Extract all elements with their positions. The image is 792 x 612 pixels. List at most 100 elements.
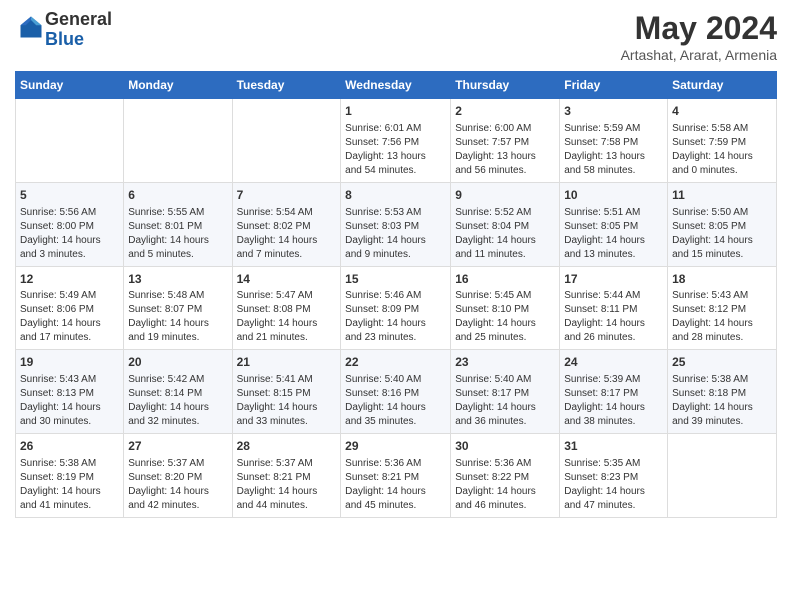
day-cell: 27 Sunrise: 5:37 AM Sunset: 8:20 PM Dayli… (124, 434, 232, 518)
day-info: Sunrise: 5:40 AM Sunset: 8:16 PM Dayligh… (345, 373, 446, 429)
location-subtitle: Artashat, Ararat, Armenia (621, 47, 777, 63)
calendar-header-row: SundayMondayTuesdayWednesdayThursdayFrid… (16, 72, 777, 99)
page-header: General Blue May 2024 Artashat, Ararat, … (15, 10, 777, 63)
day-info: Sunrise: 5:40 AM Sunset: 8:17 PM Dayligh… (455, 373, 555, 429)
day-number: 28 (237, 438, 337, 455)
day-cell: 20 Sunrise: 5:42 AM Sunset: 8:14 PM Dayli… (124, 350, 232, 434)
day-number: 25 (672, 354, 772, 371)
day-cell: 31 Sunrise: 5:35 AM Sunset: 8:23 PM Dayli… (560, 434, 668, 518)
day-info: Sunrise: 5:38 AM Sunset: 8:18 PM Dayligh… (672, 373, 772, 429)
day-cell: 21 Sunrise: 5:41 AM Sunset: 8:15 PM Dayli… (232, 350, 341, 434)
day-number: 31 (564, 438, 663, 455)
day-info: Sunrise: 5:47 AM Sunset: 8:08 PM Dayligh… (237, 289, 337, 345)
day-info: Sunrise: 5:37 AM Sunset: 8:20 PM Dayligh… (128, 457, 227, 513)
day-number: 30 (455, 438, 555, 455)
day-info: Sunrise: 5:53 AM Sunset: 8:03 PM Dayligh… (345, 206, 446, 262)
day-cell: 18Sunrise: 5:43 AM Sunset: 8:12 PM Dayli… (668, 266, 777, 350)
day-info: Sunrise: 5:35 AM Sunset: 8:23 PM Dayligh… (564, 457, 663, 513)
day-cell: 4Sunrise: 5:58 AM Sunset: 7:59 PM Daylig… (668, 99, 777, 183)
day-info: Sunrise: 5:41 AM Sunset: 8:15 PM Dayligh… (237, 373, 337, 429)
day-cell (16, 99, 124, 183)
day-cell: 16Sunrise: 5:45 AM Sunset: 8:10 PM Dayli… (451, 266, 560, 350)
day-number: 29 (345, 438, 446, 455)
day-cell: 26 Sunrise: 5:38 AM Sunset: 8:19 PM Dayli… (16, 434, 124, 518)
day-info: Sunrise: 5:52 AM Sunset: 8:04 PM Dayligh… (455, 206, 555, 262)
day-info: Sunrise: 5:36 AM Sunset: 8:21 PM Dayligh… (345, 457, 446, 513)
week-row-5: 26 Sunrise: 5:38 AM Sunset: 8:19 PM Dayli… (16, 434, 777, 518)
day-number: 6 (128, 187, 227, 204)
day-info: Sunrise: 5:55 AM Sunset: 8:01 PM Dayligh… (128, 206, 227, 262)
day-info: Sunrise: 6:00 AM Sunset: 7:57 PM Dayligh… (455, 122, 555, 178)
day-cell: 3Sunrise: 5:59 AM Sunset: 7:58 PM Daylig… (560, 99, 668, 183)
header-sunday: Sunday (16, 72, 124, 99)
day-info: Sunrise: 5:59 AM Sunset: 7:58 PM Dayligh… (564, 122, 663, 178)
day-cell: 9 Sunrise: 5:52 AM Sunset: 8:04 PM Daylig… (451, 182, 560, 266)
week-row-3: 12Sunrise: 5:49 AM Sunset: 8:06 PM Dayli… (16, 266, 777, 350)
day-info: Sunrise: 5:50 AM Sunset: 8:05 PM Dayligh… (672, 206, 772, 262)
day-cell: 6 Sunrise: 5:55 AM Sunset: 8:01 PM Daylig… (124, 182, 232, 266)
logo-general-text: General (45, 9, 112, 29)
month-title: May 2024 (621, 10, 777, 47)
header-wednesday: Wednesday (341, 72, 451, 99)
day-info: Sunrise: 5:44 AM Sunset: 8:11 PM Dayligh… (564, 289, 663, 345)
day-number: 19 (20, 354, 119, 371)
day-info: Sunrise: 5:36 AM Sunset: 8:22 PM Dayligh… (455, 457, 555, 513)
day-number: 11 (672, 187, 772, 204)
day-cell: 22 Sunrise: 5:40 AM Sunset: 8:16 PM Dayli… (341, 350, 451, 434)
day-number: 22 (345, 354, 446, 371)
logo-icon (17, 13, 45, 41)
day-cell (124, 99, 232, 183)
day-cell: 28 Sunrise: 5:37 AM Sunset: 8:21 PM Dayli… (232, 434, 341, 518)
day-cell: 13Sunrise: 5:48 AM Sunset: 8:07 PM Dayli… (124, 266, 232, 350)
day-info: Sunrise: 5:56 AM Sunset: 8:00 PM Dayligh… (20, 206, 119, 262)
day-cell: 30 Sunrise: 5:36 AM Sunset: 8:22 PM Dayli… (451, 434, 560, 518)
day-cell: 14Sunrise: 5:47 AM Sunset: 8:08 PM Dayli… (232, 266, 341, 350)
header-thursday: Thursday (451, 72, 560, 99)
header-friday: Friday (560, 72, 668, 99)
day-cell: 24Sunrise: 5:39 AM Sunset: 8:17 PM Dayli… (560, 350, 668, 434)
day-number: 10 (564, 187, 663, 204)
day-number: 7 (237, 187, 337, 204)
day-cell: 10Sunrise: 5:51 AM Sunset: 8:05 PM Dayli… (560, 182, 668, 266)
day-number: 21 (237, 354, 337, 371)
day-number: 14 (237, 271, 337, 288)
week-row-4: 19 Sunrise: 5:43 AM Sunset: 8:13 PM Dayli… (16, 350, 777, 434)
day-number: 17 (564, 271, 663, 288)
day-info: Sunrise: 5:54 AM Sunset: 8:02 PM Dayligh… (237, 206, 337, 262)
day-cell: 7 Sunrise: 5:54 AM Sunset: 8:02 PM Daylig… (232, 182, 341, 266)
logo: General Blue (15, 10, 112, 50)
logo-blue-text: Blue (45, 29, 84, 49)
day-cell: 2 Sunrise: 6:00 AM Sunset: 7:57 PM Daylig… (451, 99, 560, 183)
day-number: 16 (455, 271, 555, 288)
day-number: 1 (345, 103, 446, 120)
day-number: 13 (128, 271, 227, 288)
day-number: 18 (672, 271, 772, 288)
day-info: Sunrise: 5:49 AM Sunset: 8:06 PM Dayligh… (20, 289, 119, 345)
day-number: 8 (345, 187, 446, 204)
day-number: 9 (455, 187, 555, 204)
day-cell (232, 99, 341, 183)
day-info: Sunrise: 5:38 AM Sunset: 8:19 PM Dayligh… (20, 457, 119, 513)
day-number: 23 (455, 354, 555, 371)
day-number: 12 (20, 271, 119, 288)
day-number: 15 (345, 271, 446, 288)
day-info: Sunrise: 5:43 AM Sunset: 8:13 PM Dayligh… (20, 373, 119, 429)
day-cell: 29 Sunrise: 5:36 AM Sunset: 8:21 PM Dayli… (341, 434, 451, 518)
day-cell: 17Sunrise: 5:44 AM Sunset: 8:11 PM Dayli… (560, 266, 668, 350)
week-row-2: 5 Sunrise: 5:56 AM Sunset: 8:00 PM Daylig… (16, 182, 777, 266)
day-number: 26 (20, 438, 119, 455)
day-number: 2 (455, 103, 555, 120)
day-info: Sunrise: 6:01 AM Sunset: 7:56 PM Dayligh… (345, 122, 446, 178)
day-cell: 25 Sunrise: 5:38 AM Sunset: 8:18 PM Dayli… (668, 350, 777, 434)
day-cell: 23 Sunrise: 5:40 AM Sunset: 8:17 PM Dayli… (451, 350, 560, 434)
day-number: 27 (128, 438, 227, 455)
day-cell (668, 434, 777, 518)
day-number: 5 (20, 187, 119, 204)
day-info: Sunrise: 5:42 AM Sunset: 8:14 PM Dayligh… (128, 373, 227, 429)
week-row-1: 1 Sunrise: 6:01 AM Sunset: 7:56 PM Daylig… (16, 99, 777, 183)
day-info: Sunrise: 5:37 AM Sunset: 8:21 PM Dayligh… (237, 457, 337, 513)
day-cell: 11 Sunrise: 5:50 AM Sunset: 8:05 PM Dayli… (668, 182, 777, 266)
day-info: Sunrise: 5:45 AM Sunset: 8:10 PM Dayligh… (455, 289, 555, 345)
day-info: Sunrise: 5:43 AM Sunset: 8:12 PM Dayligh… (672, 289, 772, 345)
day-number: 20 (128, 354, 227, 371)
